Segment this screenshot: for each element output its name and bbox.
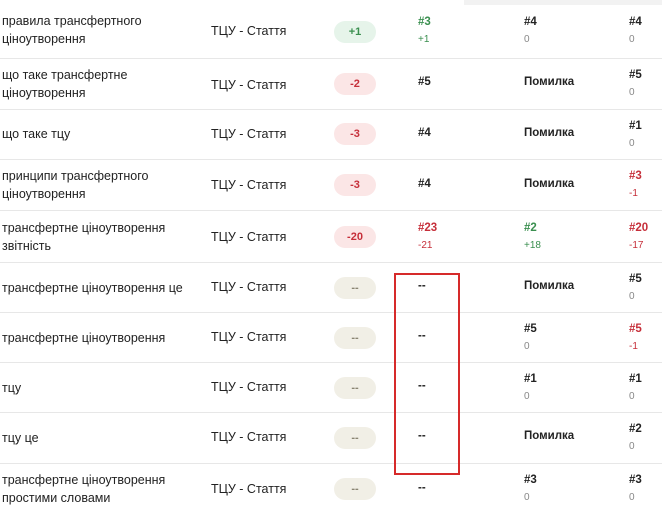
position-change-badge: -- [334, 478, 376, 500]
page-type-cell: ТЦУ - Стаття [211, 127, 287, 141]
position-change-badge: -- [334, 327, 376, 349]
rank-cell-1: #23 -21 [418, 222, 438, 251]
rankings-table: правила трансфертного ціноутворення ТЦУ … [0, 0, 662, 512]
rank-cell-1: -- [418, 330, 426, 342]
table-row[interactable]: трансфертне ціноутворення простими слова… [0, 464, 662, 512]
rank-cell-2: #1 0 [524, 373, 537, 402]
table-row[interactable]: трансфертне ціноутворення це ТЦУ - Статт… [0, 263, 662, 313]
page-type-cell: ТЦУ - Стаття [211, 280, 287, 294]
position-change-badge: -- [334, 427, 376, 449]
rank-cell-3: #1 0 [629, 120, 642, 149]
rank-cell-3: #4 0 [629, 16, 642, 45]
rank-cell-1: #4 [418, 127, 431, 139]
rank-cell-2: Помилка [524, 280, 575, 292]
rank-cell-2: #4 0 [524, 16, 537, 45]
rank-cell-2: #5 0 [524, 323, 537, 352]
position-change-badge: -- [334, 277, 376, 299]
rank-cell-2: Помилка [524, 430, 575, 442]
rank-cell-2: Помилка [524, 76, 575, 88]
page-type-cell: ТЦУ - Стаття [211, 24, 287, 38]
table-row[interactable]: правила трансфертного ціноутворення ТЦУ … [0, 0, 662, 59]
page-type-cell: ТЦУ - Стаття [211, 430, 287, 444]
rank-cell-3: #3 -1 [629, 170, 642, 199]
page-type-cell: ТЦУ - Стаття [211, 178, 287, 192]
rank-cell-3: #5 -1 [629, 323, 642, 352]
rank-cell-3: #5 0 [629, 273, 642, 302]
rank-cell-1: #4 [418, 178, 431, 190]
rank-cell-1: -- [418, 430, 426, 442]
keyword-cell[interactable]: принципи трансфертного ціноутворення [2, 167, 202, 203]
table-row[interactable]: тцу ТЦУ - Стаття -- -- #1 0 #1 0 [0, 363, 662, 413]
position-change-badge: -- [334, 377, 376, 399]
keyword-cell[interactable]: тцу це [2, 429, 202, 447]
rank-cell-3: #5 0 [629, 69, 642, 98]
table-row[interactable]: що таке трансфертне ціноутворення ТЦУ - … [0, 59, 662, 110]
page-type-cell: ТЦУ - Стаття [211, 380, 287, 394]
rank-cell-2: Помилка [524, 127, 575, 139]
keyword-cell[interactable]: трансфертне ціноутворення [2, 329, 202, 347]
rank-cell-1: -- [418, 482, 426, 494]
table-row[interactable]: трансфертне ціноутворення звітність ТЦУ … [0, 211, 662, 263]
position-change-badge: -2 [334, 73, 376, 95]
rank-cell-1: -- [418, 380, 426, 392]
rank-cell-2: Помилка [524, 178, 575, 190]
rank-cell-1: -- [418, 280, 426, 292]
keyword-cell[interactable]: тцу [2, 379, 202, 397]
rank-cell-3: #3 0 [629, 474, 642, 503]
keyword-cell[interactable]: трансфертне ціноутворення звітність [2, 219, 202, 255]
position-change-badge: +1 [334, 21, 376, 43]
position-change-badge: -3 [334, 174, 376, 196]
position-change-badge: -3 [334, 123, 376, 145]
rank-cell-2: #2 +18 [524, 222, 541, 251]
page-type-cell: ТЦУ - Стаття [211, 230, 287, 244]
table-row[interactable]: що таке тцу ТЦУ - Стаття -3 #4 Помилка #… [0, 110, 662, 160]
keyword-cell[interactable]: що таке тцу [2, 125, 202, 143]
table-row[interactable]: принципи трансфертного ціноутворення ТЦУ… [0, 160, 662, 211]
keyword-cell[interactable]: правила трансфертного ціноутворення [2, 12, 202, 48]
position-change-badge: -20 [334, 226, 376, 248]
rank-cell-3: #1 0 [629, 373, 642, 402]
keyword-cell[interactable]: трансфертне ціноутворення простими слова… [2, 471, 202, 507]
keyword-cell[interactable]: що таке трансфертне ціноутворення [2, 66, 202, 102]
rank-cell-1: #3 +1 [418, 16, 431, 45]
table-row[interactable]: тцу це ТЦУ - Стаття -- -- Помилка #2 0 [0, 413, 662, 464]
page-type-cell: ТЦУ - Стаття [211, 330, 287, 344]
page-type-cell: ТЦУ - Стаття [211, 482, 287, 496]
rank-cell-1: #5 [418, 76, 431, 88]
rank-cell-3: #20 -17 [629, 222, 649, 251]
keyword-cell[interactable]: трансфертне ціноутворення це [2, 279, 202, 297]
rank-cell-3: #2 0 [629, 423, 642, 452]
page-type-cell: ТЦУ - Стаття [211, 78, 287, 92]
rank-cell-2: #3 0 [524, 474, 537, 503]
table-row[interactable]: трансфертне ціноутворення ТЦУ - Стаття -… [0, 313, 662, 363]
